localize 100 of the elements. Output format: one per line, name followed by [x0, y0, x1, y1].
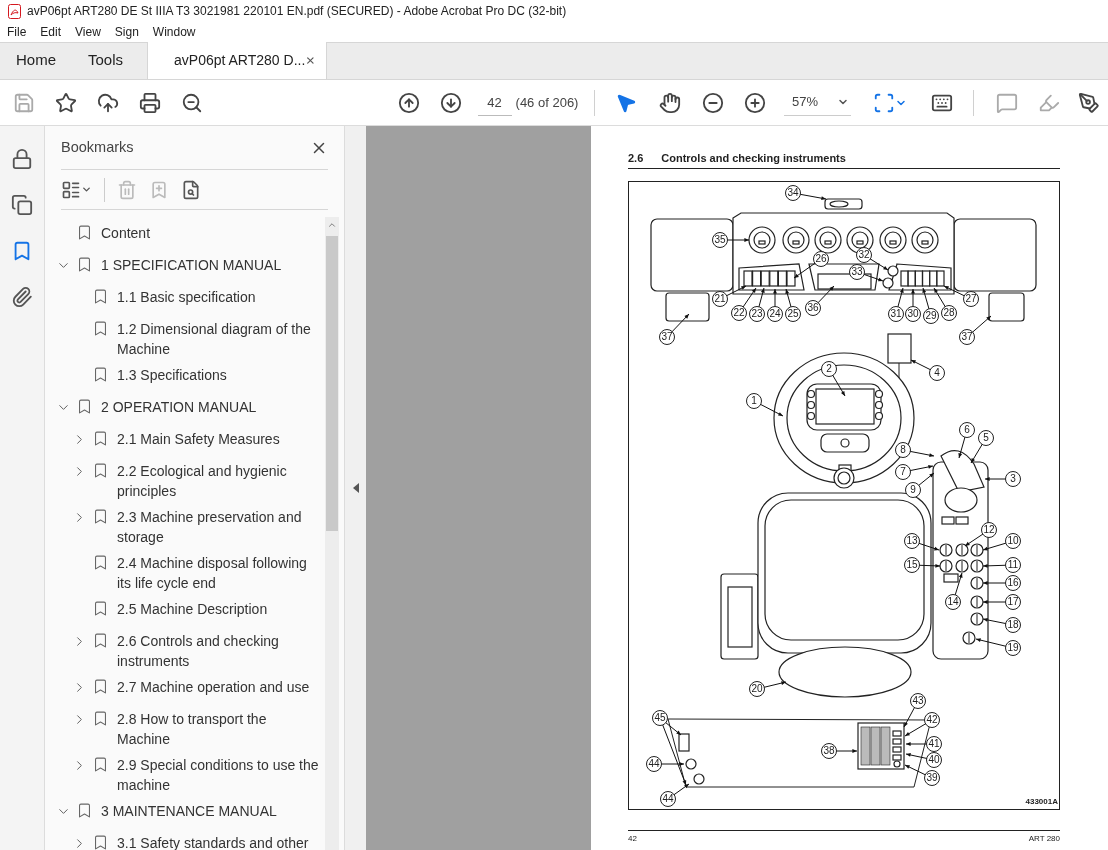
bookmark-icon: [92, 678, 109, 695]
hand-icon[interactable]: [659, 91, 682, 114]
panel-title: Bookmarks: [61, 137, 134, 157]
bookmark-icon: [92, 320, 109, 337]
bookmark-icon: [92, 288, 109, 305]
section-title: Controls and checking instruments: [661, 151, 846, 166]
nav-tab[interactable]: Tools: [72, 42, 140, 79]
menu-item[interactable]: Sign: [114, 23, 139, 41]
bookmark-item[interactable]: 3 MAINTENANCE MANUAL: [45, 795, 325, 827]
bookmark-label[interactable]: 3.1 Safety standards and other: [117, 833, 309, 850]
callout-number: 16: [1005, 574, 1021, 591]
callout-number: 44: [660, 790, 676, 807]
bookmark-label[interactable]: 2.3 Machine preservation and storage: [117, 507, 321, 547]
bookmark-item[interactable]: 1.1 Basic specification: [45, 281, 325, 313]
bookmark-item[interactable]: 2.8 How to transport the Machine: [45, 703, 325, 749]
bookmark-label[interactable]: 3 MAINTENANCE MANUAL: [101, 801, 277, 821]
bookmark-label[interactable]: 1.3 Specifications: [117, 365, 227, 385]
lock-icon[interactable]: [11, 148, 33, 170]
callout-number: 37: [659, 328, 675, 345]
previous-page-icon[interactable]: [397, 91, 420, 114]
save-icon[interactable]: [12, 91, 35, 114]
bookmark-icon: [92, 554, 109, 571]
bookmark-label[interactable]: 2.6 Controls and checking instruments: [117, 631, 321, 671]
zoom-out-icon[interactable]: [180, 91, 203, 114]
page-number-field[interactable]: 42: [477, 89, 512, 116]
bookmark-icon: [92, 710, 109, 727]
bookmark-icon: [92, 600, 109, 617]
bookmark-item[interactable]: 3.1 Safety standards and other: [45, 827, 325, 850]
bookmark-item[interactable]: 2.2 Ecological and hygienic principles: [45, 455, 325, 501]
comment-icon[interactable]: [995, 91, 1018, 114]
callout-number: 37: [959, 328, 975, 345]
bookmark-label[interactable]: 1.2 Dimensional diagram of the Machine: [117, 319, 321, 359]
menu-item[interactable]: Window: [152, 23, 196, 41]
zoom-out-button-icon[interactable]: [702, 91, 724, 114]
bookmark-label[interactable]: 2.9 Special conditions to use the machine: [117, 755, 321, 795]
bookmark-item[interactable]: 2 OPERATION MANUAL: [45, 391, 325, 423]
next-page-icon[interactable]: [439, 91, 462, 114]
bookmark-label[interactable]: 2.2 Ecological and hygienic principles: [117, 461, 321, 501]
window-title: avP06pt ART280 DE St IIIA T3 3021981 220101 EN.pdf (SECURED) - Adobe Acrobat Pro DC (32-bit): [27, 3, 567, 20]
bookmark-item[interactable]: 2.3 Machine preservation and storage: [45, 501, 325, 547]
menu-item[interactable]: Edit: [40, 23, 62, 41]
bookmark-item[interactable]: 2.4 Machine disposal following its life cycle end: [45, 547, 325, 593]
callout-number: 45: [652, 709, 668, 726]
fit-page-icon[interactable]: [873, 91, 896, 114]
bookmark-item[interactable]: 2.7 Machine operation and use: [45, 671, 325, 703]
cloud-upload-icon[interactable]: [96, 91, 119, 114]
scroll-up-icon[interactable]: [327, 220, 337, 230]
callout-number: 10: [1005, 532, 1021, 549]
pages-icon[interactable]: [11, 194, 33, 216]
callout-number: 9: [905, 481, 921, 498]
bookmark-label[interactable]: 1.1 Basic specification: [117, 287, 256, 307]
search-bookmark-icon[interactable]: [181, 179, 201, 200]
callout-number: 39: [924, 769, 940, 786]
bookmark-item[interactable]: 2.5 Machine Description: [45, 593, 325, 625]
nav-tab[interactable]: Home: [0, 42, 72, 79]
bookmark-label[interactable]: 2 OPERATION MANUAL: [101, 397, 257, 417]
bookmark-item[interactable]: 2.9 Special conditions to use the machine: [45, 749, 325, 795]
bookmark-label[interactable]: 1 SPECIFICATION MANUAL: [101, 255, 282, 275]
collapse-panel-icon[interactable]: [352, 483, 359, 493]
bookmark-label[interactable]: 2.4 Machine disposal following its life cycle end: [117, 553, 321, 593]
caret-icon[interactable]: [81, 184, 92, 195]
callout-number: 11: [1005, 556, 1021, 573]
bookmark-label[interactable]: 2.5 Machine Description: [117, 599, 268, 619]
bookmark-label[interactable]: 2.8 How to transport the Machine: [117, 709, 321, 749]
options-list-icon[interactable]: [61, 179, 81, 200]
bookmark-item[interactable]: 1.3 Specifications: [45, 359, 325, 391]
menu-item[interactable]: View: [75, 23, 101, 41]
bookmark-icon: [92, 756, 109, 773]
pen-icon[interactable]: [1077, 91, 1100, 114]
star-icon[interactable]: [54, 91, 77, 114]
callout-number: 42: [924, 711, 940, 728]
callout-number: 43: [910, 692, 926, 709]
callout-number: 4: [929, 364, 945, 381]
callout-number: 22: [731, 304, 747, 321]
callout-number: 1: [746, 392, 762, 409]
callout-number: 36: [805, 299, 821, 316]
section-number: 2.6: [628, 151, 644, 166]
menu-item[interactable]: File: [7, 23, 27, 41]
bookmark-item[interactable]: 1 SPECIFICATION MANUAL: [45, 249, 325, 281]
zoom-dropdown[interactable]: 57%: [783, 89, 852, 116]
bookmark-label[interactable]: 2.1 Main Safety Measures: [117, 429, 280, 449]
bookmark-item[interactable]: 2.1 Main Safety Measures: [45, 423, 325, 455]
paperclip-icon[interactable]: [11, 286, 33, 308]
print-icon[interactable]: [138, 91, 161, 114]
zoom-in-icon[interactable]: [743, 91, 766, 114]
callout-number: 18: [1005, 616, 1021, 633]
bookmark-icon: [76, 398, 93, 415]
callout-number: 41: [926, 735, 942, 752]
bookmark-label[interactable]: 2.7 Machine operation and use: [117, 677, 310, 697]
bookmark-label[interactable]: Content: [101, 223, 151, 243]
scrollbar[interactable]: [325, 217, 339, 850]
bookmark-item[interactable]: 1.2 Dimensional diagram of the Machine: [45, 313, 325, 359]
document-tab[interactable]: avP06pt ART280 D...: [147, 42, 328, 79]
callout-number: 17: [1005, 593, 1021, 610]
bookmark-icon: [92, 834, 109, 850]
bookmark-item[interactable]: Content: [45, 217, 325, 249]
pdf-app-icon: [8, 3, 21, 19]
bookmark-item[interactable]: 2.6 Controls and checking instruments: [45, 625, 325, 671]
callout-number: 38: [821, 742, 837, 759]
close-icon[interactable]: [305, 54, 317, 67]
